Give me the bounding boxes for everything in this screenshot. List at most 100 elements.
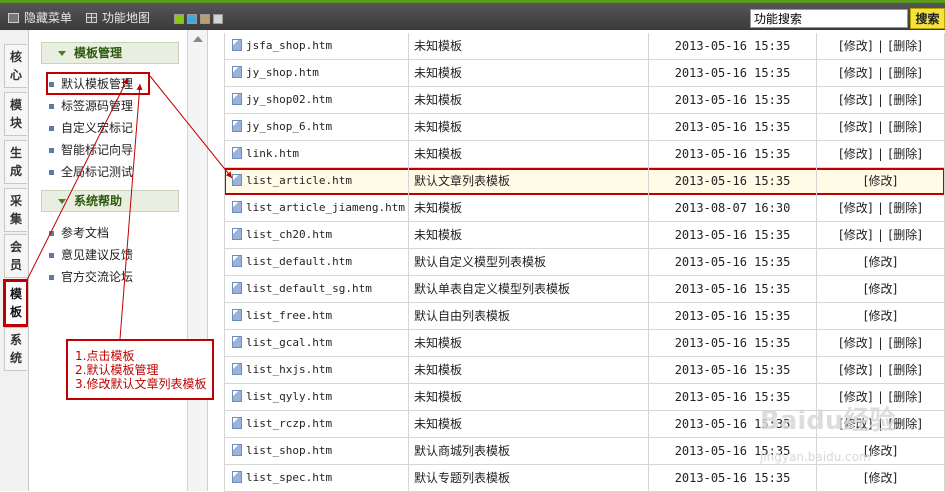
edit-link[interactable]: [修改]: [839, 201, 872, 215]
edit-link[interactable]: [修改]: [839, 363, 872, 377]
edit-link[interactable]: [修改]: [839, 120, 872, 134]
edit-link[interactable]: [修改]: [864, 174, 897, 188]
file-name[interactable]: list_article.htm: [246, 174, 352, 187]
file-name-cell[interactable]: jy_shop_6.htm: [224, 114, 408, 141]
file-name[interactable]: jy_shop.htm: [246, 66, 319, 79]
file-name[interactable]: list_shop.htm: [246, 444, 332, 457]
edit-link[interactable]: [修改]: [839, 93, 872, 107]
menu-item-custom-macro[interactable]: 自定义宏标记: [49, 119, 133, 136]
file-name-cell[interactable]: list_article.htm: [224, 168, 408, 195]
tab-module[interactable]: 模块: [4, 92, 27, 136]
tab-system[interactable]: 系统: [4, 327, 27, 371]
row-actions: [修改]: [816, 276, 945, 303]
template-description: 默认自定义模型列表模板: [408, 249, 648, 276]
delete-link[interactable]: [删除]: [889, 120, 922, 134]
site-map-button[interactable]: 功能地图: [86, 9, 150, 26]
file-name[interactable]: jy_shop02.htm: [246, 93, 332, 106]
menu-item-tag-source[interactable]: 标签源码管理: [49, 97, 133, 114]
file-name-cell[interactable]: list_hxjs.htm: [224, 357, 408, 384]
file-name[interactable]: list_gcal.htm: [246, 336, 332, 349]
row-actions: [修改] | [删除]: [816, 195, 945, 222]
file-name-cell[interactable]: list_qyly.htm: [224, 384, 408, 411]
tab-core[interactable]: 核心: [4, 44, 27, 88]
menu-item-feedback[interactable]: 意见建议反馈: [49, 246, 133, 263]
file-name-cell[interactable]: list_default_sg.htm: [224, 276, 408, 303]
menu-item-reference-docs[interactable]: 参考文档: [49, 224, 109, 241]
file-name[interactable]: list_free.htm: [246, 309, 332, 322]
template-description: 未知模板: [408, 141, 648, 168]
menu-item-label: 参考文档: [61, 226, 110, 240]
edit-link[interactable]: [修改]: [839, 336, 872, 350]
scroll-up-arrow-icon[interactable]: [193, 36, 203, 42]
file-name-cell[interactable]: list_default.htm: [224, 249, 408, 276]
delete-link[interactable]: [删除]: [889, 201, 922, 215]
delete-link[interactable]: [删除]: [889, 228, 922, 242]
tab-generate[interactable]: 生成: [4, 140, 27, 184]
file-name-cell[interactable]: list_shop.htm: [224, 438, 408, 465]
file-name[interactable]: list_default.htm: [246, 255, 352, 268]
menu-item-tag-wizard[interactable]: 智能标记向导: [49, 141, 133, 158]
edit-link[interactable]: [修改]: [839, 228, 872, 242]
file-name[interactable]: link.htm: [246, 147, 299, 160]
file-name[interactable]: list_default_sg.htm: [246, 282, 372, 295]
menu-scrollbar[interactable]: [188, 30, 208, 491]
delete-link[interactable]: [删除]: [889, 93, 922, 107]
tab-collect[interactable]: 采集: [4, 188, 27, 232]
delete-link[interactable]: [删除]: [889, 66, 922, 80]
modified-date: 2013-05-16 15:35: [648, 168, 816, 195]
skin-swatch-blue[interactable]: [187, 14, 197, 24]
bullet-icon: [49, 275, 54, 280]
action-separator: |: [878, 336, 883, 350]
menu-group-template-manage[interactable]: 模板管理: [41, 42, 179, 64]
edit-link[interactable]: [修改]: [864, 471, 897, 485]
tab-template[interactable]: 模板: [3, 279, 29, 327]
menu-item-default-templates[interactable]: 默认模板管理: [45, 72, 151, 95]
search-button[interactable]: 搜索: [910, 8, 945, 29]
menu-item-tag-test[interactable]: 全局标记测试: [49, 163, 133, 180]
file-name[interactable]: jy_shop_6.htm: [246, 120, 332, 133]
file-name-cell[interactable]: list_free.htm: [224, 303, 408, 330]
file-name-cell[interactable]: link.htm: [224, 141, 408, 168]
menu-group-system-help[interactable]: 系统帮助: [41, 190, 179, 212]
table-row: jy_shop_6.htm 未知模板 2013-05-16 15:35 [修改] | [删…: [224, 114, 945, 141]
tab-generate-label: 生成: [9, 146, 22, 178]
edit-link[interactable]: [修改]: [839, 66, 872, 80]
hide-menu-button[interactable]: 隐藏菜单: [8, 9, 72, 26]
table-row: list_article_jiameng.htm 未知模板 2013-08-07 1…: [224, 195, 945, 222]
skin-swatch-brown[interactable]: [200, 14, 210, 24]
file-name-cell[interactable]: list_ch20.htm: [224, 222, 408, 249]
edit-link[interactable]: [修改]: [864, 255, 897, 269]
delete-link[interactable]: [删除]: [889, 363, 922, 377]
file-icon: [232, 39, 242, 51]
edit-link[interactable]: [修改]: [839, 147, 872, 161]
menu-item-forum[interactable]: 官方交流论坛: [49, 268, 133, 285]
delete-link[interactable]: [删除]: [889, 336, 922, 350]
file-name[interactable]: list_qyly.htm: [246, 390, 332, 403]
file-name[interactable]: list_rczp.htm: [246, 417, 332, 430]
file-name-cell[interactable]: jy_shop02.htm: [224, 87, 408, 114]
edit-link[interactable]: [修改]: [839, 39, 872, 53]
file-name[interactable]: list_article_jiameng.htm: [246, 201, 405, 214]
file-name[interactable]: list_spec.htm: [246, 471, 332, 484]
file-name[interactable]: list_ch20.htm: [246, 228, 332, 241]
tab-member[interactable]: 会员: [4, 234, 27, 278]
edit-link[interactable]: [修改]: [864, 282, 897, 296]
file-name[interactable]: list_hxjs.htm: [246, 363, 332, 376]
file-name[interactable]: jsfa_shop.htm: [246, 39, 332, 52]
file-name-cell[interactable]: jsfa_shop.htm: [224, 33, 408, 60]
file-name-cell[interactable]: list_spec.htm: [224, 465, 408, 492]
file-name-cell[interactable]: list_article_jiameng.htm: [224, 195, 408, 222]
function-search-input[interactable]: [750, 9, 908, 28]
skin-swatch-gray[interactable]: [213, 14, 223, 24]
skin-swatch-green[interactable]: [174, 14, 184, 24]
template-description: 默认专题列表模板: [408, 465, 648, 492]
file-name-cell[interactable]: jy_shop.htm: [224, 60, 408, 87]
file-name-cell[interactable]: list_gcal.htm: [224, 330, 408, 357]
delete-link[interactable]: [删除]: [889, 147, 922, 161]
modified-date: 2013-05-16 15:35: [648, 330, 816, 357]
file-name-cell[interactable]: list_rczp.htm: [224, 411, 408, 438]
modified-date: 2013-05-16 15:35: [648, 465, 816, 492]
edit-link[interactable]: [修改]: [864, 309, 897, 323]
bullet-icon: [49, 170, 54, 175]
delete-link[interactable]: [删除]: [889, 39, 922, 53]
